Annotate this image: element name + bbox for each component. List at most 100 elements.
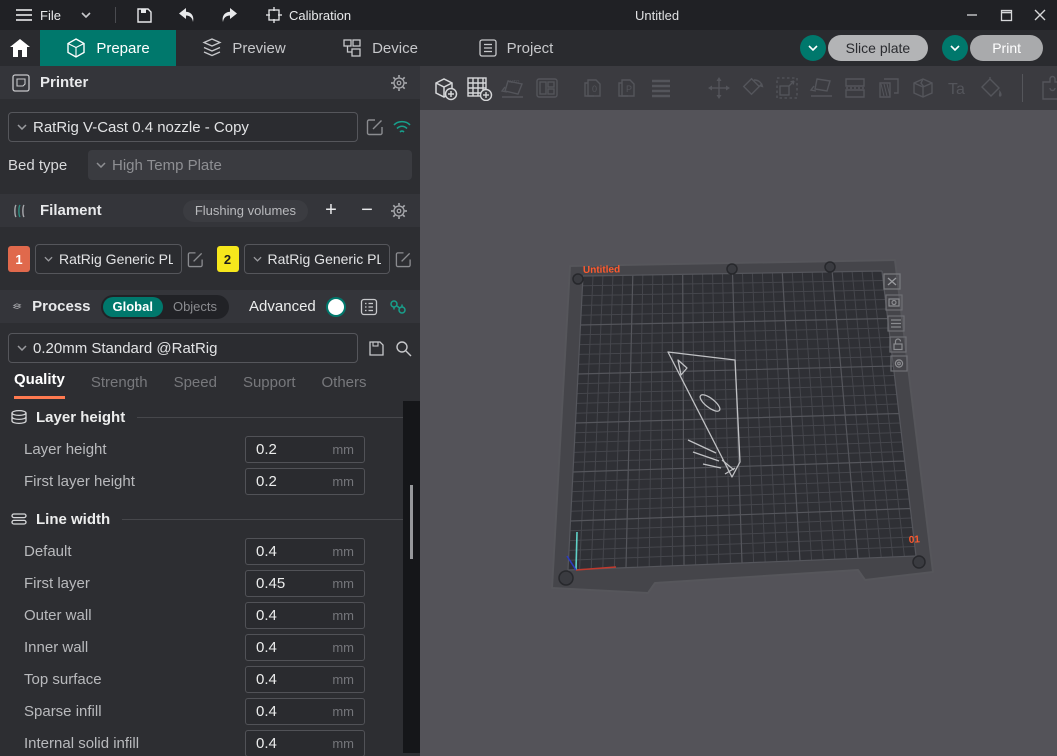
maximize-button[interactable] <box>989 0 1023 30</box>
copy-button[interactable]: 0 <box>576 71 610 105</box>
file-menu-expand-button[interactable] <box>71 0 101 30</box>
save-preset-button[interactable] <box>368 340 385 357</box>
param-unit: mm <box>332 576 354 591</box>
toolbar-separator <box>1022 74 1023 102</box>
param-unit: mm <box>332 640 354 655</box>
split-object-button[interactable] <box>906 71 940 105</box>
tab-project[interactable]: Project <box>448 30 584 66</box>
line-width-inner-wall-input[interactable]: 0.4 mm <box>245 634 365 661</box>
printer-section-header: Printer <box>0 66 420 99</box>
text-tool-icon: Ta <box>944 75 970 101</box>
home-button[interactable] <box>0 30 40 66</box>
advanced-toggle[interactable] <box>326 297 346 317</box>
rotate-tool-button[interactable] <box>736 71 770 105</box>
text-tool-button[interactable]: Ta <box>940 71 974 105</box>
print-options-button[interactable] <box>942 35 968 61</box>
add-object-button[interactable] <box>428 71 462 105</box>
printer-settings-button[interactable] <box>390 74 408 92</box>
build-area-canvas[interactable]: Untitled 01 <box>420 110 1057 756</box>
tab-preview[interactable]: Preview <box>176 30 312 66</box>
assembly-view-button[interactable] <box>1037 71 1057 105</box>
chevron-down-icon <box>96 162 106 168</box>
param-label: Sparse infill <box>24 703 245 720</box>
layer-height-input[interactable]: 0.2 mm <box>245 436 365 463</box>
add-filament-button[interactable]: + <box>318 199 344 222</box>
save-button[interactable] <box>130 0 160 30</box>
chevron-down-icon <box>17 124 27 130</box>
scale-tool-button[interactable] <box>770 71 804 105</box>
bed-type-select[interactable]: High Temp Plate <box>88 150 412 180</box>
sidebar-scrollbar[interactable] <box>403 401 420 753</box>
tab-others[interactable]: Others <box>322 374 367 399</box>
filament-2-swatch[interactable]: 2 <box>217 246 239 272</box>
line-width-outer-wall-input[interactable]: 0.4 mm <box>245 602 365 629</box>
filament-1-select[interactable]: RatRig Generic PLA <box>35 244 182 274</box>
variable-layer-height-button[interactable] <box>644 71 678 105</box>
compare-presets-button[interactable] <box>388 298 408 316</box>
slice-plate-button[interactable]: Slice plate <box>828 35 929 61</box>
remove-filament-button[interactable]: − <box>354 199 380 222</box>
line-width-internal-solid-input[interactable]: 0.4 mm <box>245 730 365 756</box>
printer-connection-button[interactable] <box>392 119 412 135</box>
print-button[interactable]: Print <box>970 35 1043 61</box>
add-plate-icon <box>465 75 493 101</box>
tab-support[interactable]: Support <box>243 374 296 399</box>
process-scope-toggle[interactable]: Global Objects <box>101 295 230 319</box>
file-menu-button[interactable]: File <box>10 0 67 30</box>
line-width-sparse-infill-input[interactable]: 0.4 mm <box>245 698 365 725</box>
tab-speed[interactable]: Speed <box>174 374 217 399</box>
process-tabs: Quality Strength Speed Support Others <box>0 363 420 399</box>
scope-objects[interactable]: Objects <box>163 297 227 317</box>
param-label: Inner wall <box>24 639 245 656</box>
tab-device[interactable]: Device <box>312 30 448 66</box>
paste-button[interactable]: P <box>610 71 644 105</box>
edit-icon <box>366 118 384 136</box>
filament-1-swatch[interactable]: 1 <box>8 246 30 272</box>
color-paint-button[interactable] <box>974 71 1008 105</box>
tab-quality[interactable]: Quality <box>14 371 65 399</box>
close-button[interactable] <box>1023 0 1057 30</box>
add-cube-icon <box>432 75 458 101</box>
process-preset-select[interactable]: 0.20mm Standard @RatRig <box>8 333 358 363</box>
first-layer-height-input[interactable]: 0.2 mm <box>245 468 365 495</box>
param-unit: mm <box>332 442 354 457</box>
edit-filament-2-button[interactable] <box>395 251 412 268</box>
place-on-face-button[interactable] <box>804 71 838 105</box>
tab-strength[interactable]: Strength <box>91 374 148 399</box>
undo-button[interactable] <box>172 0 202 30</box>
scrollbar-thumb[interactable] <box>410 485 413 559</box>
parameter-table-button[interactable] <box>360 298 378 316</box>
scope-global[interactable]: Global <box>103 297 163 317</box>
cut-tool-button[interactable] <box>838 71 872 105</box>
line-width-top-surface-input[interactable]: 0.4 mm <box>245 666 365 693</box>
filament-2-select[interactable]: RatRig Generic PLA <box>244 244 391 274</box>
build-plate[interactable]: Untitled 01 <box>420 110 1057 756</box>
param-row: Layer height 0.2 mm <box>0 433 420 465</box>
line-width-default-input[interactable]: 0.4 mm <box>245 538 365 565</box>
minimize-button[interactable] <box>955 0 989 30</box>
slice-options-button[interactable] <box>800 35 826 61</box>
add-plate-button[interactable] <box>462 71 496 105</box>
advanced-label: Advanced <box>249 298 316 315</box>
undo-icon <box>178 8 196 23</box>
printer-preset-select[interactable]: RatRig V-Cast 0.4 nozzle - Copy <box>8 112 358 142</box>
mesh-boolean-button[interactable] <box>872 71 906 105</box>
tab-prepare[interactable]: Prepare <box>40 30 176 66</box>
flushing-volumes-button[interactable]: Flushing volumes <box>183 200 308 222</box>
auto-orient-icon: AUTO <box>499 75 527 101</box>
search-settings-button[interactable] <box>395 340 412 357</box>
edit-filament-1-button[interactable] <box>187 251 204 268</box>
filament-settings-button[interactable] <box>390 202 408 220</box>
param-value: 0.2 <box>256 441 332 458</box>
rotate-icon <box>740 75 766 101</box>
line-width-first-layer-input[interactable]: 0.45 mm <box>245 570 365 597</box>
layer-height-group-header: Layer height <box>0 401 420 433</box>
move-tool-button[interactable] <box>702 71 736 105</box>
gears-teal-icon <box>388 298 408 316</box>
arrange-button[interactable] <box>530 71 564 105</box>
redo-button[interactable] <box>214 0 244 30</box>
save-icon <box>136 7 153 24</box>
calibration-button[interactable]: Calibration <box>258 7 359 23</box>
edit-printer-preset-button[interactable] <box>366 118 384 136</box>
auto-orient-button[interactable]: AUTO <box>496 71 530 105</box>
